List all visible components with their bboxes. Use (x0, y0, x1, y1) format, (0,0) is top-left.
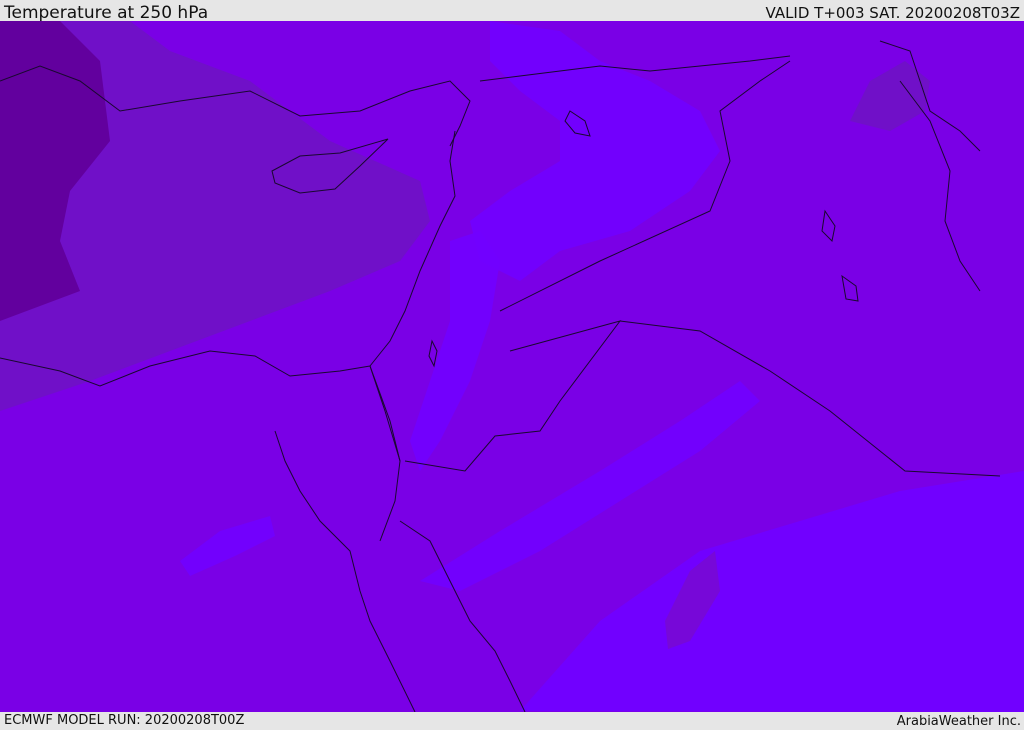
temperature-map (0, 21, 1024, 712)
brand-credit: ArabiaWeather Inc. (896, 714, 1021, 729)
valid-time: VALID T+003 SAT. 20200208T03Z (765, 4, 1020, 22)
model-run-label: ECMWF MODEL RUN: 20200208T00Z (4, 713, 245, 728)
map-title: Temperature at 250 hPa (4, 3, 209, 23)
